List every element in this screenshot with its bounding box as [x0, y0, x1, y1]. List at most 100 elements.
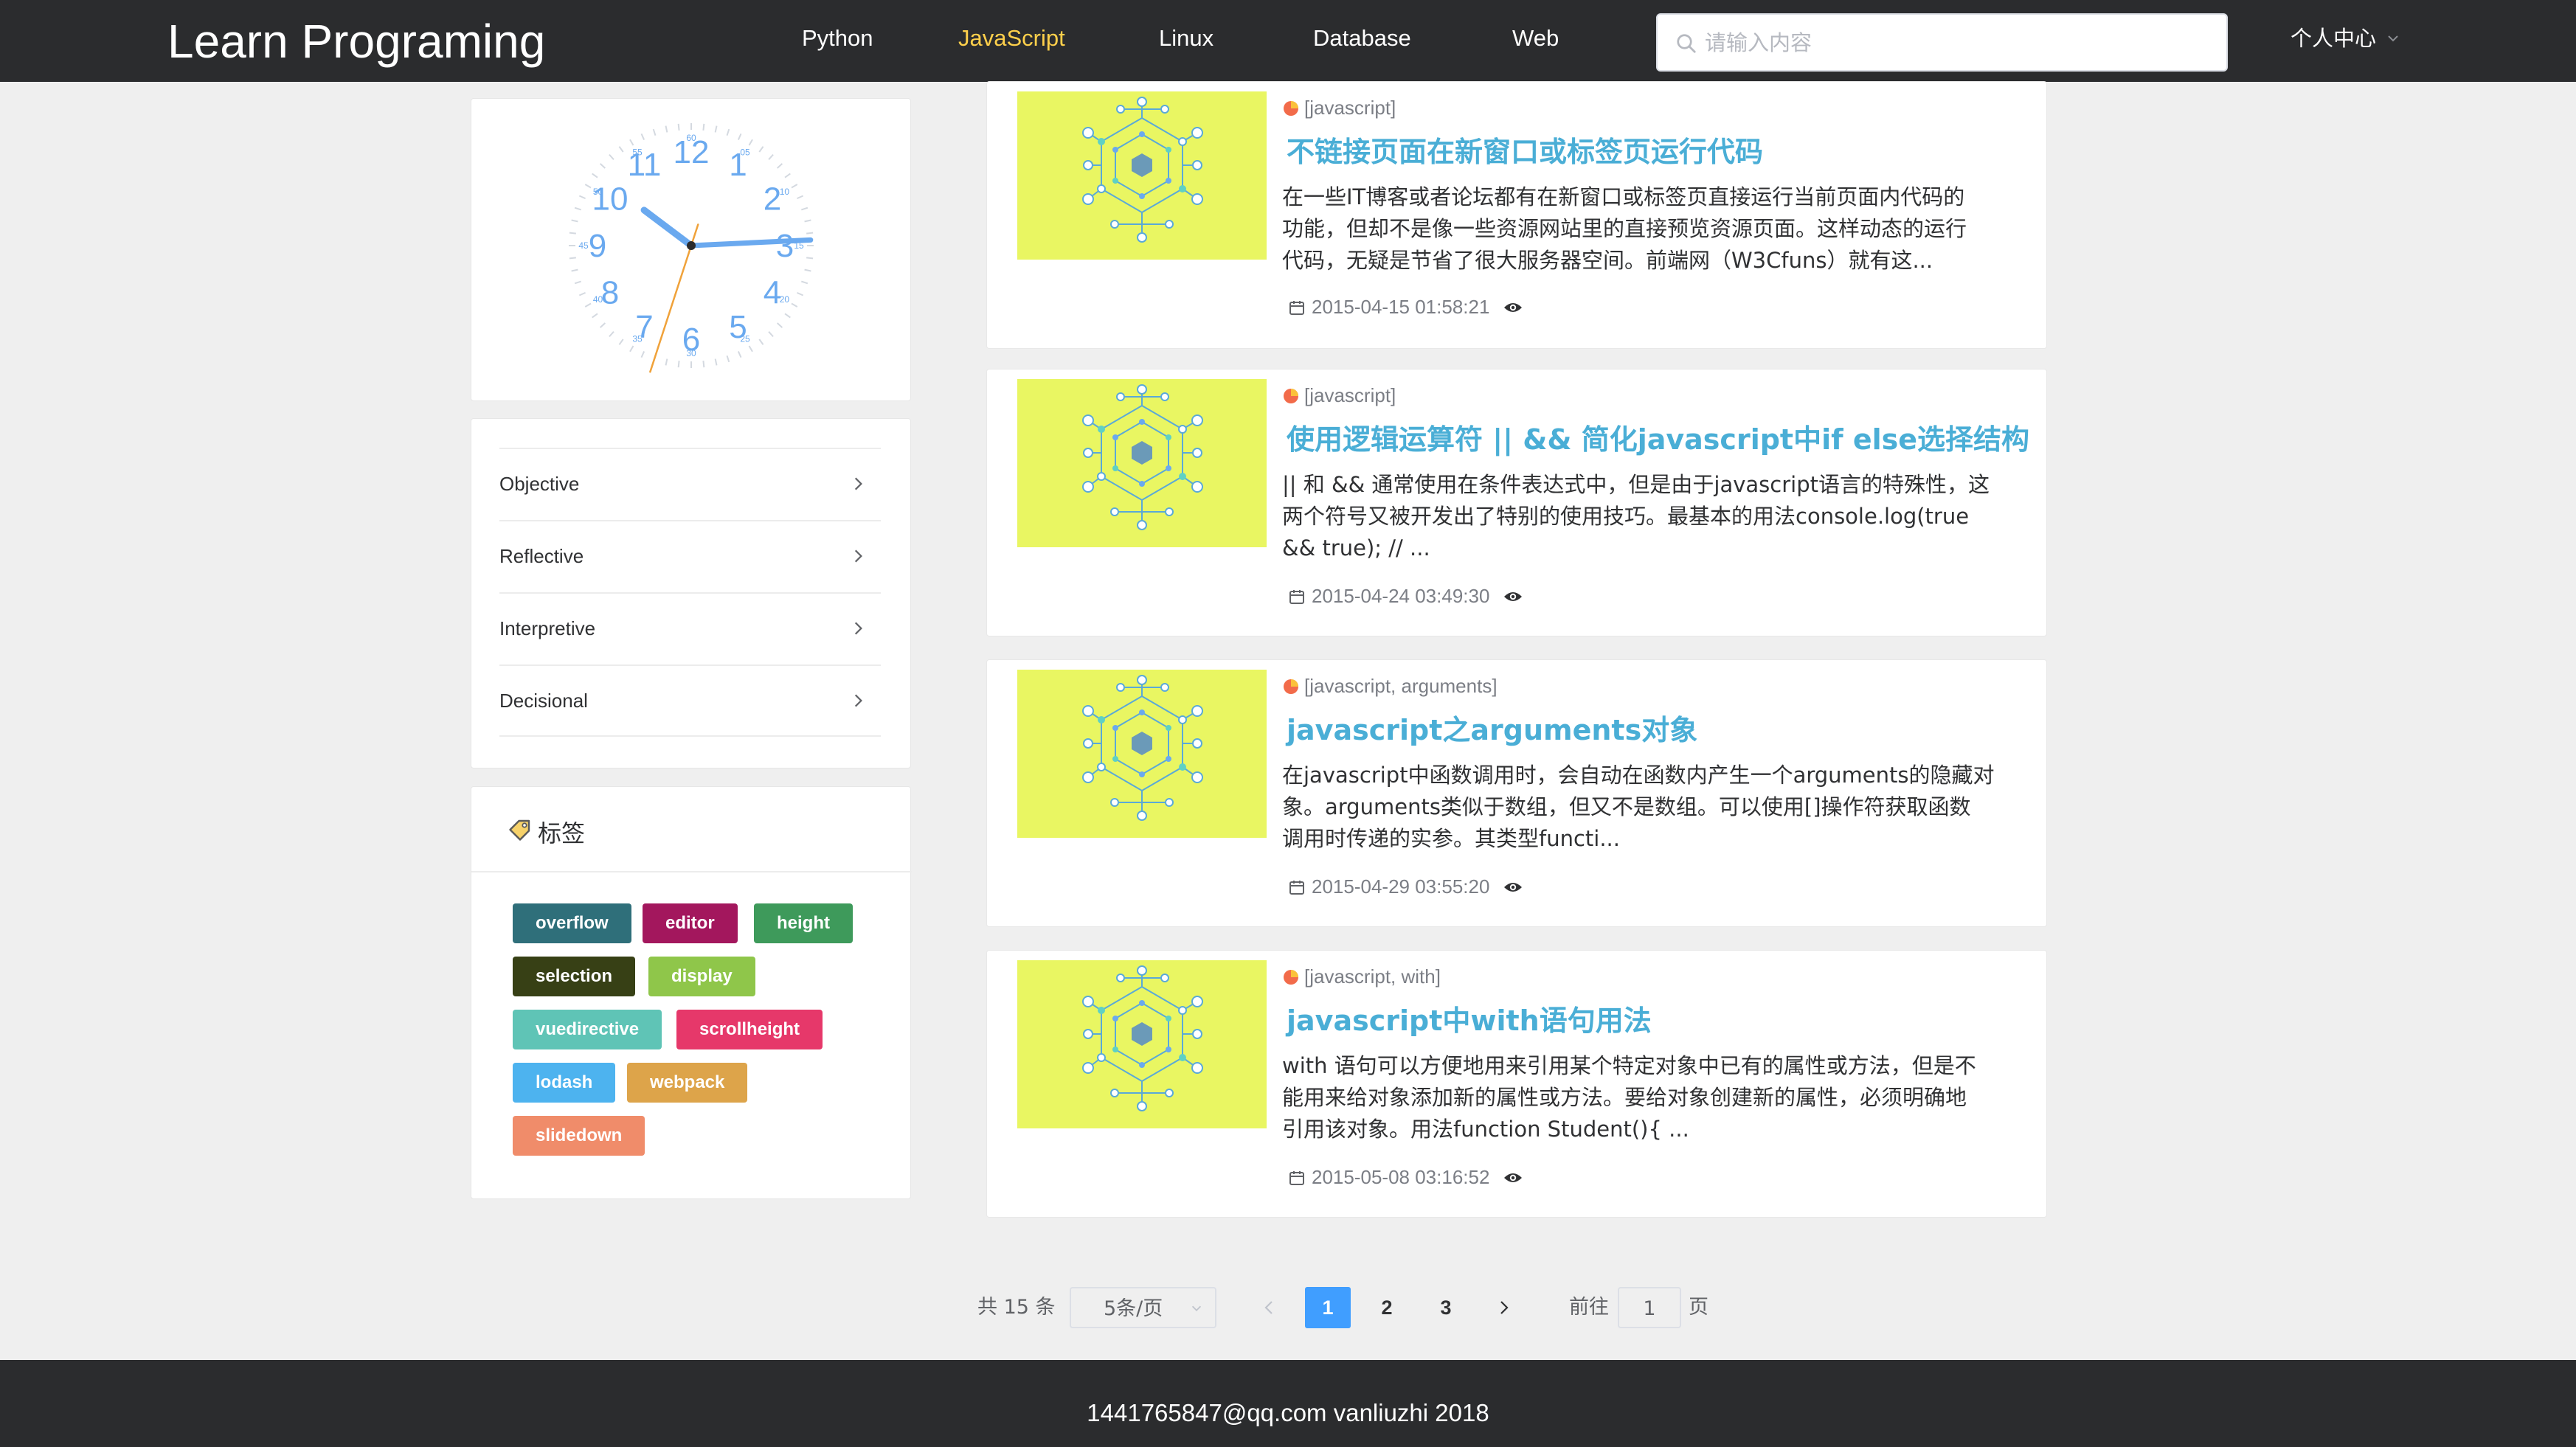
article-category: [javascript]	[1282, 384, 1396, 407]
sidebar-item-label: Reflective	[499, 545, 584, 567]
article-card[interactable]: [javascript] 不链接页面在新窗口或标签页运行代码 在一些IT博客或者…	[986, 81, 2047, 349]
clock-tick	[804, 268, 811, 272]
article-card[interactable]: [javascript] 使用逻辑运算符 || && 简化javascript中…	[986, 369, 2047, 636]
article-date: 2015-04-15 01:58:21	[1312, 296, 1490, 318]
tag-vuedirective[interactable]: vuedirective	[513, 1010, 662, 1049]
tag-webpack[interactable]: webpack	[627, 1063, 748, 1103]
article-card[interactable]: [javascript, arguments] javascript之argum…	[986, 659, 2047, 927]
sidebar-item-reflective[interactable]: Reflective	[499, 520, 881, 592]
clock-tick	[737, 351, 742, 358]
clock-tick	[574, 280, 581, 285]
clock-tick	[702, 361, 705, 368]
eye-icon	[1504, 1173, 1523, 1182]
article-title[interactable]: javascript中with语句用法	[1287, 998, 1652, 1038]
article-meta: 2015-05-08 03:16:52	[1288, 1166, 1523, 1189]
article-title[interactable]: javascript之arguments对象	[1287, 707, 1697, 748]
page-3-button[interactable]: 3	[1423, 1287, 1469, 1328]
search-icon	[1677, 34, 1696, 53]
page-1-button[interactable]: 1	[1305, 1287, 1351, 1328]
sidebar-item-label: Decisional	[499, 690, 588, 712]
eye-icon	[1504, 592, 1523, 601]
article-category: [javascript]	[1282, 97, 1396, 119]
tag-editor[interactable]: editor	[643, 903, 738, 943]
article-category: [javascript, with]	[1282, 965, 1441, 988]
code-network-illustration	[1082, 97, 1203, 243]
article-thumbnail[interactable]	[1017, 91, 1267, 260]
chevron-down-icon[interactable]	[2386, 31, 2400, 46]
tag-scrollheight[interactable]: scrollheight	[676, 1010, 823, 1049]
page-2-button[interactable]: 2	[1364, 1287, 1410, 1328]
search-input[interactable]	[1705, 25, 2214, 60]
tag-overflow[interactable]: overflow	[513, 903, 631, 943]
clock-tick	[791, 184, 798, 189]
nav-web[interactable]: Web	[1512, 20, 1559, 57]
calendar-icon	[1289, 301, 1304, 315]
clock-number: 10	[592, 181, 629, 218]
article-meta: 2015-04-29 03:55:20	[1288, 875, 1523, 898]
sidebar-item-decisional[interactable]: Decisional	[499, 664, 881, 737]
clock-tick	[714, 358, 718, 366]
article-date: 2015-04-29 03:55:20	[1312, 875, 1490, 898]
clock-tick	[574, 207, 581, 211]
clock-tick	[748, 345, 753, 353]
next-page-button[interactable]	[1489, 1287, 1519, 1328]
sidebar-item-interpretive[interactable]: Interpretive	[499, 592, 881, 664]
nav-python[interactable]: Python	[802, 20, 873, 57]
footer-text: 1441765847@qq.com vanliuzhi 2018	[1087, 1399, 1489, 1426]
article-thumbnail[interactable]	[1017, 960, 1267, 1128]
clock-tick	[592, 173, 598, 178]
clock-hour-hand	[640, 207, 695, 249]
sidebar-item-objective[interactable]: Objective	[499, 448, 881, 520]
nav-database[interactable]: Database	[1313, 20, 1411, 57]
goto-page-input[interactable]: 1	[1618, 1287, 1681, 1328]
tag-slidedown[interactable]: slidedown	[513, 1116, 645, 1156]
article-category: [javascript, arguments]	[1282, 675, 1498, 698]
article-title[interactable]: 不链接页面在新窗口或标签页运行代码	[1287, 129, 1763, 170]
clock-tick	[665, 125, 668, 133]
clock-tick	[797, 291, 804, 296]
chevron-right-icon	[854, 694, 862, 707]
search-box[interactable]	[1656, 13, 2228, 72]
nav-linux[interactable]: Linux	[1159, 20, 1213, 57]
article-date: 2015-05-08 03:16:52	[1312, 1166, 1490, 1188]
clock-tick	[784, 313, 791, 319]
clock-tick	[768, 331, 774, 338]
article-thumbnail[interactable]	[1017, 379, 1267, 547]
clock-tick	[569, 232, 576, 235]
page-size-select[interactable]: 5条/页	[1070, 1287, 1216, 1328]
category-icon	[1284, 679, 1298, 694]
prev-page-button[interactable]	[1254, 1287, 1284, 1328]
chevron-down-icon	[1191, 1305, 1202, 1311]
clock-tick	[578, 291, 586, 296]
article-thumbnail[interactable]	[1017, 670, 1267, 838]
clock-tick	[571, 219, 578, 223]
footer: 1441765847@qq.com vanliuzhi 2018	[0, 1360, 2576, 1447]
tag-lodash[interactable]: lodash	[513, 1063, 616, 1103]
clock-number: 5	[729, 309, 747, 345]
clock-tick	[726, 355, 730, 363]
clock-tick	[726, 128, 730, 136]
clock-tick	[618, 339, 624, 345]
sidebar-item-label: Objective	[499, 473, 580, 495]
clock-tick	[804, 219, 811, 223]
sidebar-menu: Objective Reflective Interpretive Decisi…	[471, 418, 911, 768]
category-icon	[1284, 101, 1298, 116]
article-card[interactable]: [javascript, with] javascript中with语句用法 w…	[986, 950, 2047, 1218]
article-title[interactable]: 使用逻辑运算符 || && 简化javascript中if else选择结构	[1287, 417, 2029, 457]
goto-suffix: 页	[1689, 1296, 1708, 1319]
calendar-icon	[1289, 1171, 1304, 1185]
chevron-right-icon	[854, 549, 862, 563]
tag-height[interactable]: height	[754, 903, 853, 943]
eye-icon	[1504, 303, 1523, 312]
clock-tick	[758, 339, 764, 345]
clock-tick	[714, 125, 718, 133]
site-logo[interactable]: Learn Programing	[167, 10, 545, 72]
user-center-menu[interactable]: 个人中心	[2291, 20, 2376, 57]
nav-javascript[interactable]: JavaScript	[958, 20, 1065, 57]
tag-display[interactable]: display	[648, 957, 755, 996]
tag-selection[interactable]: selection	[513, 957, 636, 996]
tags-panel: 标签 overflow editor height selection disp…	[471, 786, 912, 1199]
clock-tick	[578, 195, 586, 200]
clock-tick	[609, 153, 614, 160]
clock-tick	[640, 133, 645, 140]
